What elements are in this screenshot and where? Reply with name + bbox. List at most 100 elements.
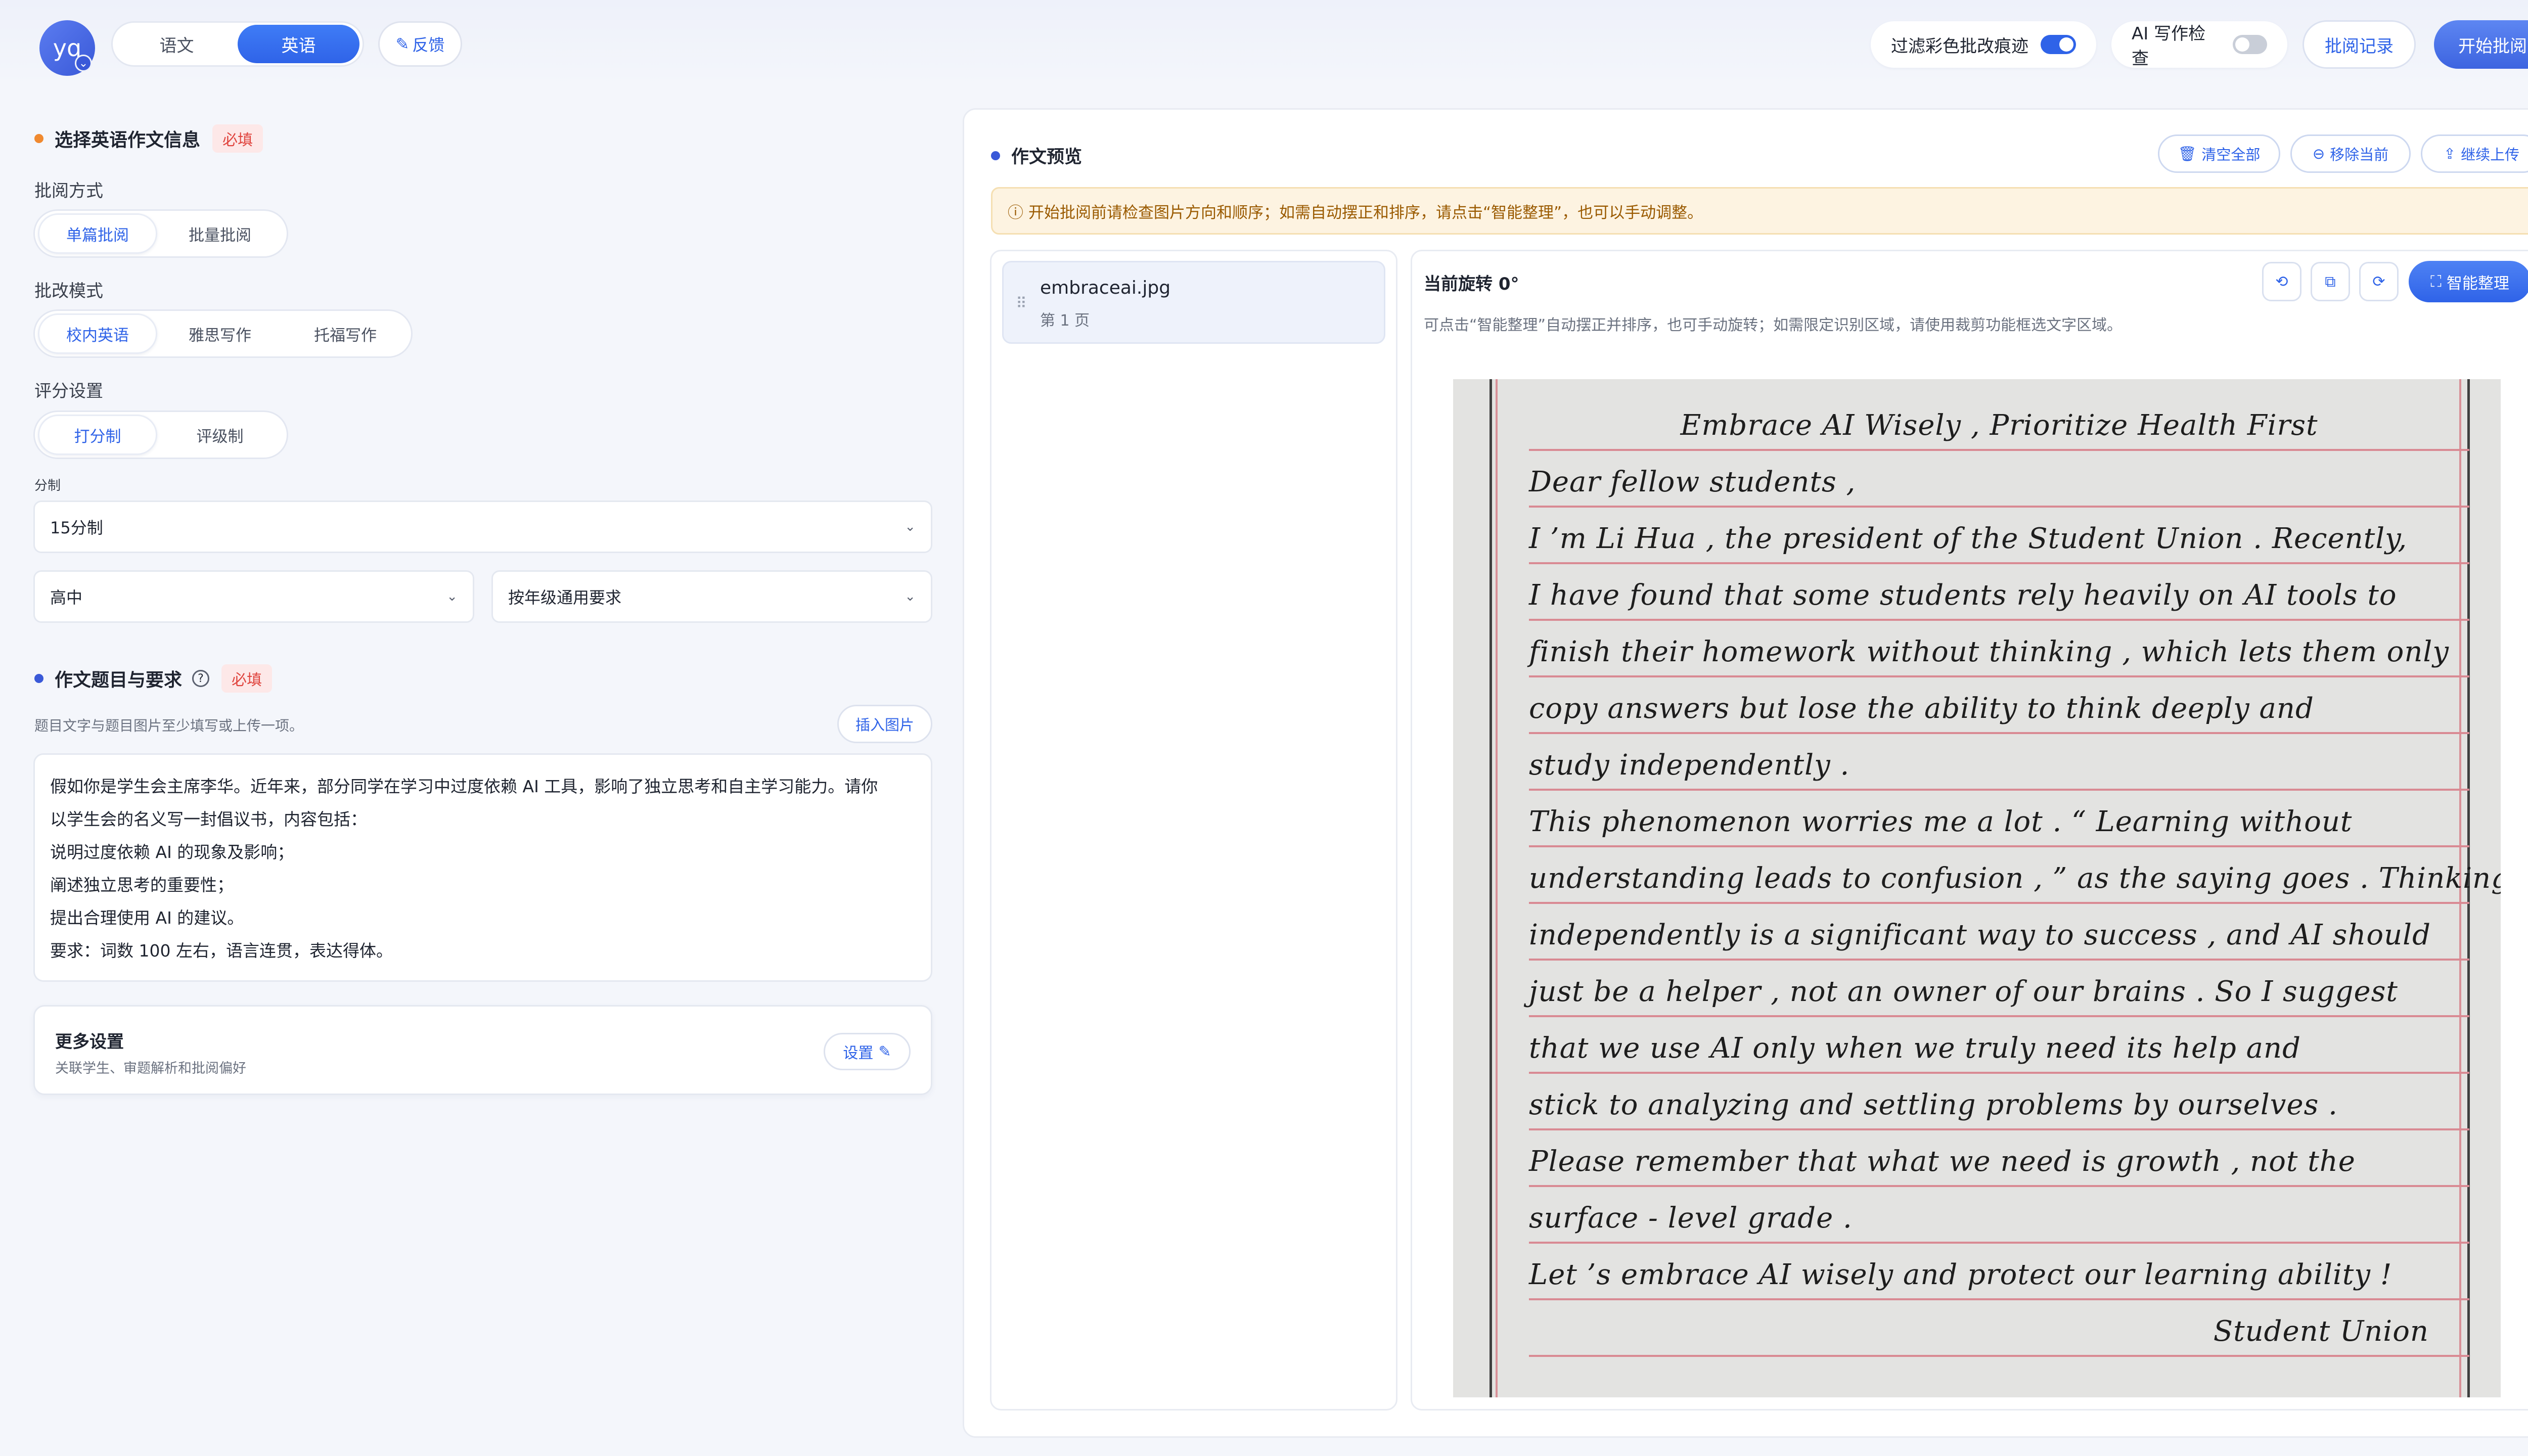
blue-dot-icon [991, 151, 1000, 160]
start-review-button[interactable]: 开始批阅 [2434, 20, 2528, 69]
chevron-down-icon: ⌄ [905, 519, 916, 534]
requirement-select[interactable]: 按年级通用要求 ⌄ [491, 570, 932, 623]
mode-ielts[interactable]: 雅思写作 [157, 313, 283, 354]
scale-value: 15分制 [50, 518, 103, 537]
continue-upload-label: 继续上传 [2461, 146, 2520, 163]
notice-banner: ⓘ 开始批阅前请检查图片方向和顺序；如需自动摆正和排序，请点击“智能整理”，也可… [991, 187, 2528, 235]
essay-line: finish their homework without thinking ,… [1529, 621, 2469, 677]
topic-line: 假如你是学生会主席李华。近年来，部分同学在学习中过度依赖 AI 工具，影响了独立… [50, 777, 878, 796]
notice-text: 开始批阅前请检查图片方向和顺序；如需自动摆正和排序，请点击“智能整理”，也可以手… [1028, 203, 1703, 222]
essay-line: Dear fellow students , [1529, 451, 2469, 508]
file-list [990, 250, 1397, 1410]
essay-line: understanding leads to confusion , ” as … [1529, 847, 2501, 904]
topic-line: 以学生会的名义写一封倡议书，内容包括： [50, 809, 367, 829]
continue-upload-button[interactable]: ⇪ 继续上传 [2421, 134, 2528, 173]
essay-line: stick to analyzing and settling problems… [1529, 1074, 2469, 1130]
method-single[interactable]: 单篇批阅 [38, 213, 157, 254]
preview-title-text: 作文预览 [1011, 147, 1082, 167]
edit-icon: ✎ [878, 1042, 891, 1061]
grade-value: 高中 [50, 588, 83, 607]
score-segmented: 打分制 评级制 [33, 411, 288, 459]
tab-chinese[interactable]: 语文 [116, 25, 238, 63]
rotate-left-icon[interactable]: ⟲ [2262, 262, 2301, 301]
filter-color-marks-toggle[interactable]: 过滤彩色批改痕迹 [1871, 21, 2096, 68]
essay-line: independently is a significant way to su… [1529, 904, 2469, 961]
section-title-text: 选择英语作文信息 [55, 130, 201, 151]
grade-select[interactable]: 高中 ⌄ [33, 570, 474, 623]
rotation-status: 当前旋转 0° [1424, 274, 1519, 294]
blue-dot-icon [34, 674, 43, 683]
topic-hint: 题目文字与题目图片至少填写或上传一项。 [34, 717, 304, 734]
ai-check-switch[interactable] [2232, 35, 2267, 54]
preview-title: 作文预览 [991, 143, 1082, 168]
margin-line [1496, 379, 1498, 1397]
scale-select[interactable]: 15分制 ⌄ [33, 500, 932, 553]
score-grades[interactable]: 评级制 [157, 415, 283, 455]
minus-circle-icon: ⊖ [2312, 145, 2325, 162]
smart-organize-button[interactable]: ⛶ 智能整理 [2409, 261, 2528, 302]
file-name: embraceai.jpg [1040, 278, 1171, 298]
chevron-down-icon[interactable]: ⌄ [75, 55, 92, 72]
review-records-button[interactable]: 批阅记录 [2303, 20, 2416, 69]
essay-title-line: Embrace AI Wisely , Prioritize Health Fi… [1529, 394, 2469, 451]
settings-label: 设置 [843, 1044, 874, 1062]
edit-icon: ✎ [395, 34, 410, 54]
clear-all-label: 清空全部 [2201, 146, 2261, 163]
required-badge: 必填 [212, 124, 263, 153]
section-title-info: 选择英语作文信息 必填 [34, 124, 263, 153]
chevron-down-icon: ⌄ [905, 589, 916, 604]
ai-writing-check-toggle[interactable]: AI 写作检查 [2111, 21, 2287, 69]
drag-handle-icon[interactable]: ⠿ [1016, 295, 1027, 312]
scale-label: 分制 [34, 478, 61, 493]
remove-current-label: 移除当前 [2330, 146, 2389, 163]
essay-line: This phenomenon worries me a lot . “ Lea… [1529, 791, 2469, 847]
score-label: 评分设置 [34, 381, 103, 401]
method-label: 批阅方式 [34, 181, 103, 201]
essay-line: Please remember that what we need is gro… [1529, 1130, 2469, 1187]
insert-image-button[interactable]: 插入图片 [837, 705, 932, 743]
mode-toefl[interactable]: 托福写作 [283, 313, 408, 354]
rotate-right-icon[interactable]: ⟳ [2359, 262, 2399, 301]
method-batch[interactable]: 批量批阅 [157, 213, 283, 254]
essay-line: I ’m Li Hua , the president of the Stude… [1529, 508, 2469, 564]
file-list-item[interactable]: ⠿ embraceai.jpg 第 1 页 [1002, 261, 1385, 344]
topic-line: 提出合理使用 AI 的建议。 [50, 908, 244, 928]
essay-signature-line: Student Union [1529, 1300, 2469, 1357]
clear-all-button[interactable]: 🗑 清空全部 [2158, 134, 2280, 173]
settings-button[interactable]: 设置 ✎ [824, 1033, 911, 1070]
smart-organize-label: 智能整理 [2446, 274, 2509, 293]
top-bar: yq ⌄ 语文 英语 ✎ 反馈 过滤彩色批改痕迹 AI 写作检查 批阅记录 开始… [0, 0, 2528, 88]
rotation-hint: 可点击“智能整理”自动摆正并排序，也可手动旋转；如需限定识别区域，请使用裁剪功能… [1424, 316, 2123, 334]
tab-english[interactable]: 英语 [238, 25, 359, 63]
filter-switch[interactable] [2041, 35, 2076, 54]
copy-icon[interactable]: ⧉ [2311, 262, 2350, 301]
score-points[interactable]: 打分制 [38, 415, 157, 455]
scan-icon: ⛶ [2430, 272, 2442, 291]
subject-switch: 语文 英语 [111, 21, 364, 67]
topic-line: 阐述独立思考的重要性； [50, 875, 234, 895]
more-settings-title: 更多设置 [55, 1032, 124, 1052]
essay-line: just be a helper , not an owner of our b… [1529, 961, 2469, 1017]
essay-line: study independently . [1529, 734, 2469, 791]
mode-school[interactable]: 校内英语 [38, 313, 157, 354]
chevron-down-icon: ⌄ [446, 589, 458, 604]
remove-current-button[interactable]: ⊖ 移除当前 [2290, 134, 2411, 173]
section-title-topic: 作文题目与要求 ? 必填 [34, 664, 273, 693]
essay-line: surface - level grade . [1529, 1187, 2469, 1244]
topic-line: 说明过度依赖 AI 的现象及影响； [50, 842, 294, 862]
help-icon[interactable]: ? [192, 670, 210, 687]
more-settings-card: 更多设置 关联学生、审题解析和批阅偏好 设置 ✎ [33, 1005, 932, 1095]
orange-dot-icon [34, 134, 43, 143]
file-page: 第 1 页 [1040, 312, 1090, 330]
essay-line: Let ’s embrace AI wisely and protect our… [1529, 1244, 2469, 1300]
required-badge: 必填 [221, 664, 273, 693]
topic-title-text: 作文题目与要求 [55, 670, 183, 691]
essay-line: that we use AI only when we truly need i… [1529, 1017, 2469, 1074]
feedback-button[interactable]: ✎ 反馈 [378, 21, 462, 67]
essay-line: I have found that some students rely hea… [1529, 564, 2469, 621]
more-settings-subtitle: 关联学生、审题解析和批阅偏好 [55, 1061, 246, 1076]
margin-line [1489, 379, 1492, 1397]
topic-textarea[interactable]: 假如你是学生会主席李华。近年来，部分同学在学习中过度依赖 AI 工具，影响了独立… [33, 753, 932, 982]
mode-label: 批改模式 [34, 281, 103, 301]
info-icon: ⓘ [1008, 203, 1023, 222]
